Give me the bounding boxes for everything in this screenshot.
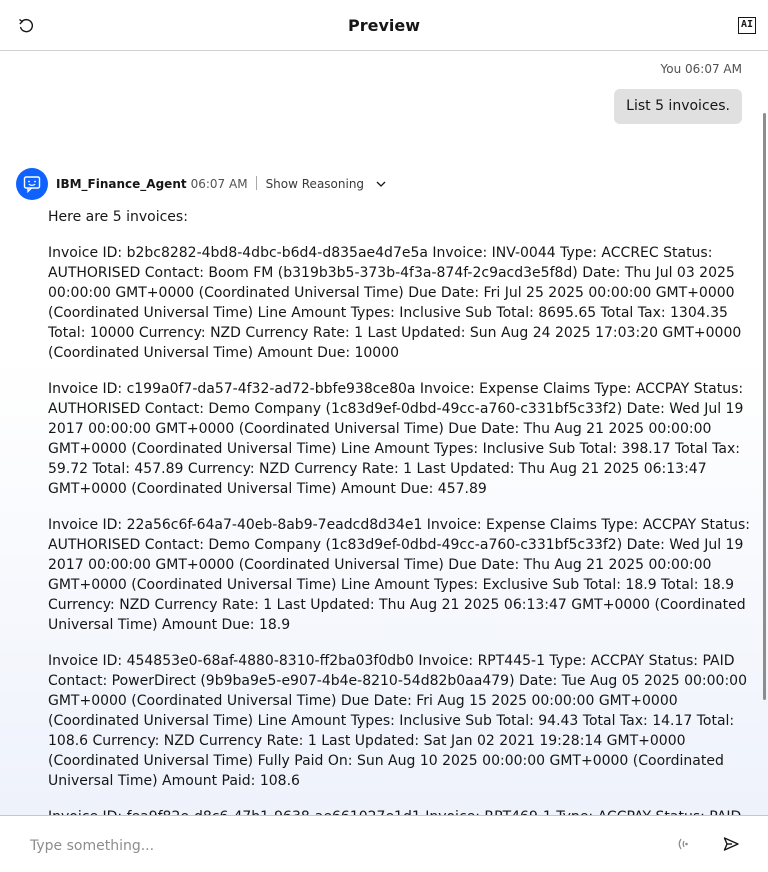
- divider: [255, 176, 257, 190]
- show-reasoning-toggle[interactable]: Show Reasoning: [266, 177, 364, 191]
- ai-badge-icon[interactable]: AI: [738, 17, 756, 34]
- agent-message-meta: IBM_Finance_Agent 06:07 AM Show Reasoning: [56, 176, 386, 191]
- scrollbar[interactable]: [763, 113, 766, 700]
- header: Preview AI: [0, 0, 768, 51]
- invoice-item: Invoice ID: fea9f82e-d8c6-47b1-9638-ae66…: [48, 807, 750, 815]
- message-input[interactable]: [28, 834, 632, 858]
- page-title: Preview: [347, 16, 420, 35]
- agent-message-body: Here are 5 invoices: Invoice ID: b2bc828…: [48, 207, 750, 815]
- invoice-item: Invoice ID: 454853e0-68af-4880-8310-ff2b…: [48, 653, 747, 789]
- agent-message-time: 06:07 AM: [190, 177, 248, 191]
- chevron-down-icon[interactable]: [376, 177, 386, 191]
- invoice-item: Invoice ID: c199a0f7-da57-4f32-ad72-bbfe…: [48, 381, 744, 497]
- invoice-item: Invoice ID: b2bc8282-4bd8-4dbc-b6d4-d835…: [48, 245, 742, 361]
- agent-avatar-icon: [16, 168, 48, 200]
- composer: [0, 815, 768, 872]
- user-message-bubble: List 5 invoices.: [614, 89, 742, 124]
- invoice-item: Invoice ID: 22a56c6f-64a7-40eb-8ab9-7ead…: [48, 517, 750, 633]
- microphone-icon[interactable]: [674, 835, 692, 853]
- agent-message-intro: Here are 5 invoices:: [48, 209, 188, 225]
- chat-area[interactable]: You 06:07 AM List 5 invoices. IBM_Financ…: [0, 52, 768, 815]
- agent-name: IBM_Finance_Agent: [56, 177, 187, 191]
- user-message-meta: You 06:07 AM: [660, 62, 742, 76]
- send-icon[interactable]: [722, 835, 740, 853]
